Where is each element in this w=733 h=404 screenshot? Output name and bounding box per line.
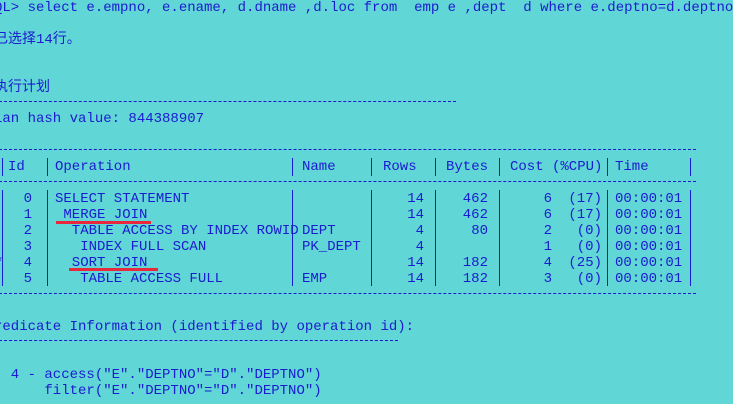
terminal-window[interactable]: QL> select e.empno, e.ename, d.dname ,d.… bbox=[0, 0, 733, 404]
plan-hash-value: lan hash value: 844388907 bbox=[0, 111, 205, 127]
column-separator bbox=[607, 190, 608, 286]
predicate-filter-line: filter("E"."DEPTNO"="D"."DEPTNO") bbox=[0, 383, 322, 399]
row-bytes: 80 bbox=[471, 223, 488, 239]
sort-join-annotation bbox=[69, 268, 158, 271]
row-cost: 4 bbox=[543, 255, 552, 271]
column-separator bbox=[435, 190, 436, 286]
row-bytes: 182 bbox=[462, 255, 488, 271]
column-separator bbox=[607, 158, 608, 176]
column-separator bbox=[371, 190, 372, 286]
row-rows: 14 bbox=[407, 255, 424, 271]
row-id: 4 bbox=[23, 255, 32, 271]
header-name: Name bbox=[302, 159, 336, 175]
rows-selected-message: 已选择14行。 bbox=[0, 32, 81, 48]
header-id: Id bbox=[8, 159, 25, 175]
row-id: 0 bbox=[23, 191, 32, 207]
row-time: 00:00:01 bbox=[615, 271, 683, 287]
row-time: 00:00:01 bbox=[615, 239, 683, 255]
row-id: 3 bbox=[23, 239, 32, 255]
execution-plan-title-rule bbox=[0, 101, 456, 102]
column-separator bbox=[499, 158, 500, 176]
row-rows: 4 bbox=[415, 239, 424, 255]
column-separator bbox=[292, 158, 293, 176]
table-header-rule bbox=[0, 181, 696, 182]
row-name: DEPT bbox=[302, 223, 336, 239]
row-bytes: 182 bbox=[462, 271, 488, 287]
predicate-title-rule bbox=[0, 340, 398, 341]
table-top-rule bbox=[0, 149, 696, 150]
row-cpu: (0) bbox=[576, 271, 602, 287]
predicate-information-title: redicate Information (identified by oper… bbox=[0, 319, 415, 335]
header-operation: Operation bbox=[55, 159, 131, 175]
row-time: 00:00:01 bbox=[615, 207, 683, 223]
predicate-access-line: 4 - access("E"."DEPTNO"="D"."DEPTNO") bbox=[0, 367, 322, 383]
row-bytes: 462 bbox=[462, 207, 488, 223]
row-id: 2 bbox=[23, 223, 32, 239]
row-cost: 1 bbox=[543, 239, 552, 255]
header-time: Time bbox=[615, 159, 649, 175]
row-cost: 6 bbox=[543, 191, 552, 207]
table-bottom-rule bbox=[0, 293, 696, 294]
row-cpu: (0) bbox=[576, 239, 602, 255]
row-operation: TABLE ACCESS FULL bbox=[55, 271, 224, 287]
column-separator bbox=[371, 158, 372, 176]
row-rows: 14 bbox=[407, 191, 424, 207]
row-cpu: (17) bbox=[568, 207, 602, 223]
row-id: 5 bbox=[23, 271, 32, 287]
row-rows: 14 bbox=[407, 271, 424, 287]
row-bytes: 462 bbox=[462, 191, 488, 207]
row-cpu: (25) bbox=[568, 255, 602, 271]
execution-plan-title: 执行计划 bbox=[0, 80, 50, 96]
row-operation: SELECT STATEMENT bbox=[55, 191, 190, 207]
row-rows: 4 bbox=[415, 223, 424, 239]
row-time: 00:00:01 bbox=[615, 255, 683, 271]
row-time: 00:00:01 bbox=[615, 223, 683, 239]
column-separator bbox=[2, 158, 3, 176]
column-separator bbox=[2, 190, 3, 286]
header-rows: Rows bbox=[383, 159, 417, 175]
column-separator bbox=[435, 158, 436, 176]
row-cost: 2 bbox=[543, 223, 552, 239]
row-id: 1 bbox=[23, 207, 32, 223]
header-cost: Cost (%CPU) bbox=[510, 159, 603, 175]
column-separator bbox=[690, 158, 691, 176]
row-cost: 3 bbox=[543, 271, 552, 287]
sql-prompt-line: QL> select e.empno, e.ename, d.dname ,d.… bbox=[0, 0, 733, 16]
row-operation: TABLE ACCESS BY INDEX ROWID bbox=[55, 223, 299, 239]
row-time: 00:00:01 bbox=[615, 191, 683, 207]
column-separator bbox=[47, 158, 48, 176]
row-name: PK_DEPT bbox=[302, 239, 361, 255]
column-separator bbox=[499, 190, 500, 286]
row-bytes bbox=[444, 239, 488, 255]
column-separator bbox=[690, 190, 691, 286]
merge-join-annotation bbox=[56, 221, 151, 224]
row-marker: * bbox=[0, 255, 3, 271]
column-separator bbox=[47, 190, 48, 286]
row-cpu: (0) bbox=[576, 223, 602, 239]
row-operation: INDEX FULL SCAN bbox=[55, 239, 207, 255]
header-bytes: Bytes bbox=[446, 159, 489, 175]
row-cpu: (17) bbox=[568, 191, 602, 207]
row-cost: 6 bbox=[543, 207, 552, 223]
row-rows: 14 bbox=[407, 207, 424, 223]
row-name: EMP bbox=[302, 271, 328, 287]
